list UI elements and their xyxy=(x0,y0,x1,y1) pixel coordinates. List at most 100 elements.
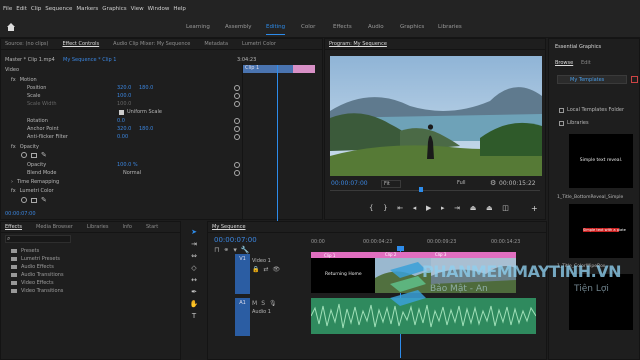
tab-assembly[interactable]: Assembly xyxy=(225,24,252,30)
sync-icon[interactable]: ⇄ xyxy=(263,266,272,273)
linked-icon[interactable]: ⚭ xyxy=(223,246,233,254)
position-x-value[interactable]: 320.0 xyxy=(117,85,139,91)
template-thumbnail[interactable]: Simple text reveal. xyxy=(569,134,633,188)
local-templates-checkbox[interactable] xyxy=(559,107,564,113)
lumetri-rect-icon[interactable] xyxy=(31,197,37,203)
play-icon[interactable]: ▶ xyxy=(426,204,431,214)
effects-item-audio-transitions[interactable]: Audio Transitions xyxy=(11,272,64,278)
step-back-icon[interactable]: ◂ xyxy=(413,204,417,214)
reset-icon[interactable] xyxy=(234,162,240,168)
tab-source[interactable]: Source: (no clips) xyxy=(5,41,48,47)
menu-clip[interactable]: Clip xyxy=(31,6,41,12)
lumetri-row[interactable]: fx Lumetri Color xyxy=(11,187,54,195)
marker-icon[interactable]: ▾ xyxy=(233,246,241,254)
effects-item-video-transitions[interactable]: Video Transitions xyxy=(11,288,63,294)
ripple-edit-icon[interactable]: ⇔ xyxy=(189,252,199,260)
menu-view[interactable]: View xyxy=(131,6,144,12)
effects-item-lumetri-presets[interactable]: Lumetri Presets xyxy=(11,256,60,262)
tab-effect-controls[interactable]: Effect Controls xyxy=(62,41,99,47)
reset-icon[interactable] xyxy=(234,101,240,107)
reset-icon[interactable] xyxy=(234,118,240,124)
lumetri-ellipse-icon[interactable] xyxy=(21,197,27,203)
blend-mode-select[interactable]: Normal xyxy=(123,170,141,176)
effects-item-presets[interactable]: Presets xyxy=(11,248,39,254)
motion-row[interactable]: fx Motion xyxy=(11,76,37,84)
wrench-icon[interactable]: ⚙ xyxy=(490,179,496,187)
home-icon[interactable] xyxy=(6,22,16,32)
pen-tool-icon[interactable]: ✒ xyxy=(189,288,199,296)
my-templates-select[interactable]: My Templates xyxy=(557,75,627,84)
rectangle-mask-icon[interactable] xyxy=(31,152,37,158)
effects-item-audio-effects[interactable]: Audio Effects xyxy=(11,264,54,270)
video-clip-title[interactable]: Returning Home xyxy=(311,252,375,293)
ec-timecode[interactable]: 00:00:07:00 xyxy=(5,211,36,217)
type-tool-icon[interactable]: T xyxy=(189,312,199,320)
tab-color[interactable]: Color xyxy=(301,24,315,30)
local-templates-row[interactable]: Local Templates Folder xyxy=(559,107,624,113)
mark-out-icon[interactable]: } xyxy=(383,204,387,214)
lift-icon[interactable]: ⏏ xyxy=(470,204,477,214)
add-button-icon[interactable]: + xyxy=(531,204,538,213)
tab-lumetri-color[interactable]: Lumetri Color xyxy=(242,41,276,47)
wrench-icon[interactable]: 🔧 xyxy=(241,246,254,254)
lock-icon[interactable]: 🔒 xyxy=(252,266,263,273)
selection-tool-icon[interactable]: ➤ xyxy=(189,228,199,236)
step-forward-icon[interactable]: ▸ xyxy=(441,204,445,214)
program-title[interactable]: Program: My Sequence xyxy=(329,41,387,47)
tab-editing[interactable]: Editing xyxy=(266,24,286,35)
video-clip-2[interactable]: Clip 2 xyxy=(375,252,431,293)
uniform-scale-row[interactable]: Uniform Scale xyxy=(119,108,162,116)
tab-media-browser[interactable]: Media Browser xyxy=(36,224,73,230)
ellipse-mask-icon[interactable] xyxy=(21,152,27,158)
timeline-timecode[interactable]: 00:00:07:00 xyxy=(214,236,257,244)
reset-icon[interactable] xyxy=(234,93,240,99)
tab-libraries-panel[interactable]: Libraries xyxy=(87,224,109,230)
rotation-value[interactable]: 0.0 xyxy=(117,118,125,124)
opacity-value[interactable]: 100.0 % xyxy=(117,162,138,168)
track-select-icon[interactable]: ⇥ xyxy=(189,240,199,248)
a1-source-patch[interactable]: A1 xyxy=(235,298,250,336)
opacity-row[interactable]: fx Opacity xyxy=(11,143,39,151)
lumetri-pen-icon[interactable]: ✎ xyxy=(41,196,47,204)
menu-window[interactable]: Window xyxy=(148,6,170,12)
anchor-x-value[interactable]: 320.0 xyxy=(117,126,139,132)
tab-browse[interactable]: Browse xyxy=(555,60,573,66)
program-timecode[interactable]: 00:00:07:00 xyxy=(331,180,368,187)
anchor-y-value[interactable]: 180.0 xyxy=(139,126,153,132)
menu-sequence[interactable]: Sequence xyxy=(45,6,72,12)
template-thumbnail[interactable]: Simple text with a plate xyxy=(569,204,633,258)
time-remap-row[interactable]: › Time Remapping xyxy=(11,178,59,186)
position-y-value[interactable]: 180.0 xyxy=(139,85,153,91)
reset-icon[interactable] xyxy=(234,134,240,140)
template-thumbnail[interactable] xyxy=(569,274,633,330)
tab-metadata[interactable]: Metadata xyxy=(204,41,228,47)
eye-icon[interactable]: 👁 xyxy=(273,266,285,273)
tab-learning[interactable]: Learning xyxy=(186,24,210,30)
tab-libraries[interactable]: Libraries xyxy=(438,24,462,30)
hand-tool-icon[interactable]: ✋ xyxy=(189,300,199,308)
mic-icon[interactable]: 🎙 xyxy=(269,300,281,307)
add-template-icon[interactable] xyxy=(631,76,638,83)
menu-graphics[interactable]: Graphics xyxy=(102,6,126,12)
reset-icon[interactable] xyxy=(234,126,240,132)
mute-button[interactable]: M xyxy=(252,300,261,307)
program-scrubber[interactable] xyxy=(330,190,540,191)
reset-icon[interactable] xyxy=(234,85,240,91)
sequence-tab[interactable]: My Sequence xyxy=(212,224,246,230)
tab-effects[interactable]: Effects xyxy=(333,24,352,30)
tab-effects-panel[interactable]: Effects xyxy=(5,224,22,230)
antiflicker-value[interactable]: 0.00 xyxy=(117,134,128,140)
tab-audio-mixer[interactable]: Audio Clip Mixer: My Sequence xyxy=(113,41,190,47)
menu-help[interactable]: Help xyxy=(173,6,186,12)
razor-icon[interactable]: ◇ xyxy=(189,264,199,272)
quality-select[interactable]: Full xyxy=(457,180,466,186)
export-frame-icon[interactable]: ◫ xyxy=(502,204,509,214)
tab-audio[interactable]: Audio xyxy=(368,24,384,30)
extract-icon[interactable]: ⏏ xyxy=(486,204,493,214)
slip-tool-icon[interactable]: ↔ xyxy=(189,276,199,284)
scale-value[interactable]: 100.0 xyxy=(117,93,131,99)
tab-edit[interactable]: Edit xyxy=(581,60,591,66)
program-playhead[interactable] xyxy=(419,187,423,192)
video-clip-3[interactable]: Clip 3 xyxy=(431,252,516,293)
uniform-scale-checkbox[interactable] xyxy=(119,109,124,115)
